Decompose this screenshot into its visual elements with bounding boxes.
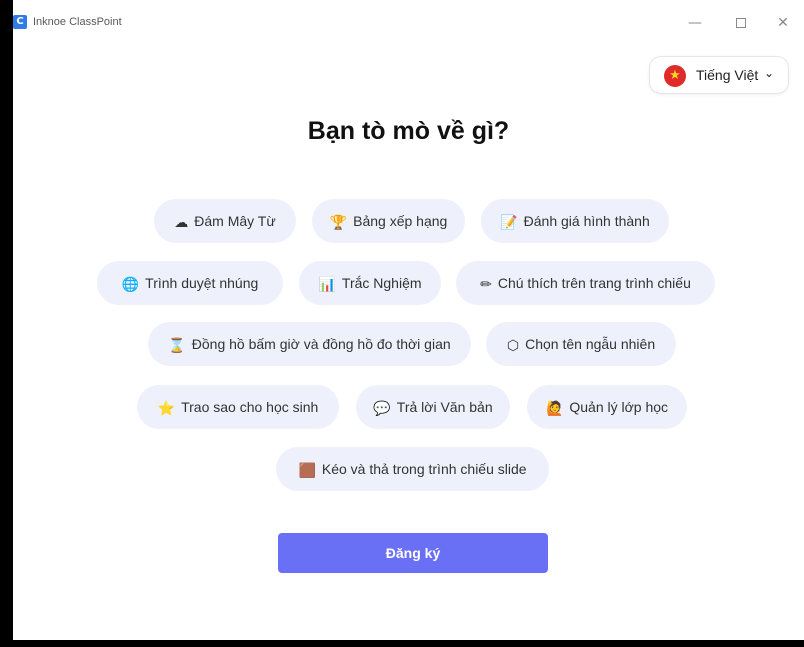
pencil-icon: ✏ <box>480 277 492 293</box>
language-label: Tiếng Việt <box>696 67 759 83</box>
trophy-icon: 🏆 <box>329 215 348 231</box>
signup-button[interactable]: Đăng ký <box>278 533 548 573</box>
cloud-icon: ☁ <box>174 215 189 231</box>
screen-frame-left <box>0 0 13 647</box>
topic-label: Chọn tên ngẫu nhiên <box>525 336 656 352</box>
topic-label: Đánh giá hình thành <box>523 213 650 229</box>
minimize-button[interactable]: — <box>675 10 715 38</box>
topic-label: Trình duyệt nhúng <box>145 275 259 291</box>
screen-frame-bottom <box>0 640 804 647</box>
page-title: Bạn tò mò về gì? <box>307 117 510 145</box>
topic-label: Trao sao cho học sinh <box>181 399 319 415</box>
topic-chip-short-answer[interactable]: 💬 Trả lời Văn bản <box>356 385 510 429</box>
topic-chip-word-cloud[interactable]: ☁ Đám Mây Từ <box>154 199 296 243</box>
topic-label: Bảng xếp hạng <box>353 213 448 229</box>
window-title: Inknoe ClassPoint <box>33 16 122 28</box>
close-button[interactable]: ✕ <box>763 10 803 38</box>
topic-label: Trả lời Văn bản <box>396 399 493 415</box>
vietnam-flag-icon: ★ <box>664 65 686 87</box>
topic-label: Trắc Nghiệm <box>341 275 422 291</box>
topic-chip-embedded-browser[interactable]: 🌐 Trình duyệt nhúng <box>97 261 283 305</box>
topic-chip-timer-stopwatch[interactable]: ⌛ Đồng hồ bấm giờ và đồng hồ đo thời gian <box>148 322 471 366</box>
topic-chip-award-stars[interactable]: ⭐ Trao sao cho học sinh <box>137 385 339 429</box>
topic-chip-multiple-choice[interactable]: 📊 Trắc Nghiệm <box>299 261 441 305</box>
classpoint-logo-icon: C <box>13 15 27 29</box>
topic-label: Đồng hồ bấm giờ và đồng hồ đo thời gian <box>191 336 451 352</box>
star-icon: ⭐ <box>157 401 176 417</box>
dice-icon: ⬡ <box>506 338 520 354</box>
topic-label: Chú thích trên trang trình chiếu <box>497 275 691 291</box>
title-bar: C Inknoe ClassPoint — ✕ <box>13 10 804 38</box>
drag-drop-icon: 🟫 <box>298 463 316 479</box>
memo-icon: 📝 <box>500 215 518 231</box>
topic-chip-random-name-picker[interactable]: ⬡ Chọn tên ngẫu nhiên <box>486 322 676 366</box>
chevron-down-icon: ⌄ <box>764 66 775 80</box>
topic-chip-drag-and-drop[interactable]: 🟫 Kéo và thả trong trình chiếu slide <box>276 447 549 491</box>
topic-chip-slide-annotation[interactable]: ✏ Chú thích trên trang trình chiếu <box>456 261 715 305</box>
topic-label: Kéo và thả trong trình chiếu slide <box>321 461 527 477</box>
topic-chip-classroom-management[interactable]: 🙋 Quản lý lớp học <box>527 385 687 429</box>
topic-label: Đám Mây Từ <box>194 213 276 229</box>
bar-chart-icon: 📊 <box>318 277 336 293</box>
globe-icon: 🌐 <box>121 277 140 293</box>
maximize-icon <box>736 18 746 28</box>
maximize-button[interactable] <box>721 10 761 38</box>
language-selector[interactable]: ★ Tiếng Việt ⌄ <box>649 56 789 94</box>
topic-label: Quản lý lớp học <box>569 399 669 415</box>
teacher-icon: 🙋 <box>545 401 564 417</box>
speech-bubble-icon: 💬 <box>373 401 391 417</box>
topic-chip-formative-assessment[interactable]: 📝 Đánh giá hình thành <box>481 199 669 243</box>
topic-chip-leaderboard[interactable]: 🏆 Bảng xếp hạng <box>312 199 465 243</box>
app-window: C Inknoe ClassPoint — ✕ ★ Tiếng Việt ⌄ B… <box>13 0 804 640</box>
hourglass-icon: ⌛ <box>168 338 186 354</box>
